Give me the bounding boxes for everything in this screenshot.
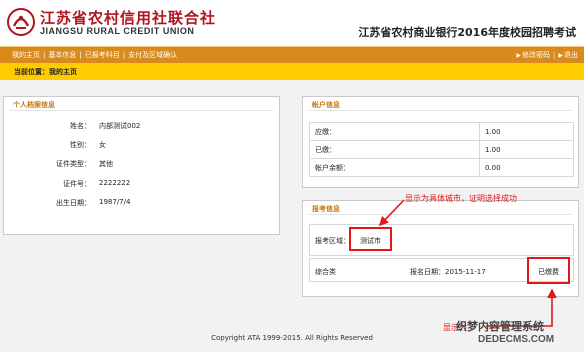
table-row: 已缴： 1.00 [309, 140, 574, 159]
logo-emblem-icon [7, 8, 35, 36]
account-panel-title: 帐户信息 [312, 101, 340, 109]
top-navigation: 我的主页 | 基本信息 | 已报考科目 | 支付及区域确认 ▶修改密码 | ▶退出 [0, 46, 584, 63]
field-label: 出生日期： [56, 199, 91, 207]
annotation-highlight-paid [527, 257, 570, 284]
account-label-balance: 帐户余额： [309, 158, 480, 177]
field-label: 性别： [70, 141, 91, 149]
nav-separator: | [43, 51, 46, 59]
annotation-highlight-city [349, 227, 392, 251]
divider [309, 214, 572, 215]
account-label-due: 应缴： [309, 122, 480, 141]
logout-link[interactable]: 退出 [564, 51, 578, 59]
field-value: 女 [99, 141, 106, 149]
change-password-link[interactable]: 修改密码 [522, 51, 550, 59]
profile-row-name: 姓名： 内部测试002 [4, 121, 281, 133]
watermark-en: DEDECMS.COM [478, 334, 555, 345]
annotation-note-city: 显示为具体城市，证明选择成功 [405, 194, 517, 203]
field-value: 2222222 [99, 179, 131, 187]
nav-item-basic-info[interactable]: 基本信息 [48, 51, 76, 59]
profile-panel-title: 个人档案信息 [13, 101, 55, 109]
nav-item-registered-subjects[interactable]: 已报考科目 [85, 51, 120, 59]
report-date-value: 2015-11-17 [445, 268, 486, 276]
logo-text-cn: 江苏省农村信用社联合社 [40, 9, 217, 27]
watermark-cn: 织梦内容管理系统 [456, 320, 544, 333]
table-row: 应缴： 1.00 [309, 122, 574, 141]
divider [309, 110, 572, 111]
table-row: 帐户余额： 0.00 [309, 158, 574, 177]
field-value: 其他 [99, 160, 113, 168]
report-date-label: 报名日期： [410, 268, 445, 276]
report-panel-title: 报考信息 [312, 205, 340, 213]
account-table: 应缴： 1.00 已缴： 1.00 帐户余额： 0.00 [309, 122, 574, 177]
breadcrumb: 当前位置：我的主页 [14, 68, 77, 76]
profile-row-gender: 性别： 女 [4, 140, 281, 152]
profile-row-id-type: 证件类型： 其他 [4, 159, 281, 171]
profile-row-birth-date: 出生日期： 1987/7/4 [4, 198, 281, 210]
nav-item-home[interactable]: 我的主页 [12, 51, 40, 59]
account-value-paid: 1.00 [479, 140, 574, 159]
logo-text-en: JIANGSU RURAL CREDIT UNION [40, 26, 195, 36]
nav-separator: | [553, 51, 556, 59]
field-label: 姓名： [70, 122, 91, 130]
report-area-label: 报考区域： [315, 237, 350, 245]
triangle-right-icon: ▶ [558, 52, 563, 59]
account-panel: 帐户信息 应缴： 1.00 已缴： 1.00 帐户余额： 0.00 [302, 96, 579, 188]
report-date: 报名日期：2015-11-17 [410, 267, 486, 277]
account-label-paid: 已缴： [309, 140, 480, 159]
nav-separator: | [79, 51, 82, 59]
header: 江苏省农村信用社联合社 JIANGSU RURAL CREDIT UNION 江… [0, 0, 584, 46]
profile-row-id-number: 证件号： 2222222 [4, 179, 281, 191]
nav-links: 我的主页 | 基本信息 | 已报考科目 | 支付及区域确认 [12, 50, 177, 60]
watermark: 织梦内容管理系统 DEDECMS.COM [456, 318, 581, 350]
account-value-balance: 0.00 [479, 158, 574, 177]
field-label: 证件类型： [56, 160, 91, 168]
page-title: 江苏省农村商业银行2016年度校园招聘考试 [358, 26, 576, 39]
nav-item-payment-region[interactable]: 支付及区域确认 [128, 51, 177, 59]
account-value-due: 1.00 [479, 122, 574, 141]
triangle-right-icon: ▶ [516, 52, 522, 59]
user-actions: ▶修改密码 | ▶退出 [516, 50, 578, 60]
field-value: 内部测试002 [99, 122, 141, 130]
nav-separator: | [122, 51, 126, 59]
breadcrumb-bar: 当前位置：我的主页 [0, 63, 584, 80]
report-category: 综合类 [315, 268, 336, 276]
logo[interactable]: 江苏省农村信用社联合社 JIANGSU RURAL CREDIT UNION [6, 5, 256, 41]
field-value: 1987/7/4 [99, 198, 131, 206]
profile-panel: 个人档案信息 姓名： 内部测试002 性别： 女 证件类型： 其他 证件号： 2… [3, 96, 280, 235]
divider [10, 110, 273, 111]
field-label: 证件号： [63, 180, 91, 188]
